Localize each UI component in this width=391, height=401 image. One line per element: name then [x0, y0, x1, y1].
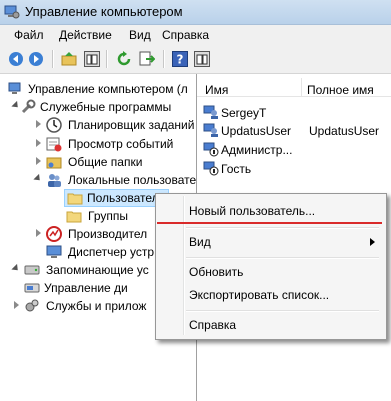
column-divider[interactable]	[301, 78, 302, 96]
tree-node-eventviewer[interactable]: Просмотр событий	[0, 135, 196, 153]
tree-label-services: Службы и прилож	[46, 299, 147, 313]
list-item[interactable]: Администр...	[197, 141, 391, 159]
tree-node-localusers[interactable]: Локальные пользовате	[0, 171, 196, 189]
event-viewer-icon	[46, 137, 62, 152]
tree-node-sharedfolders[interactable]: Общие папки	[0, 153, 196, 171]
tree-label-sharedfolders: Общие папки	[68, 155, 143, 169]
list-item-name: SergeyT	[221, 106, 267, 120]
tree-label-devicemgr: Диспетчер устр	[68, 245, 155, 259]
user-icon	[203, 123, 218, 137]
folder-icon	[67, 193, 83, 205]
collapsed-arrow-icon[interactable]	[36, 229, 41, 237]
menu-separator	[186, 257, 379, 259]
svg-text:?: ?	[177, 53, 184, 67]
column-header-name[interactable]: Имя	[205, 83, 228, 97]
tree-label-utilities: Служебные программы	[40, 100, 172, 114]
menu-separator	[186, 310, 379, 312]
menu-gutter	[183, 196, 185, 335]
help-icon[interactable]: ?	[172, 51, 188, 67]
list-item-fullname: UpdatusUser	[309, 124, 380, 138]
tree-label-localusers: Локальные пользовате	[68, 173, 197, 187]
title-bar: Управление компьютером	[0, 0, 391, 25]
expanded-arrow-icon[interactable]	[11, 263, 21, 274]
expanded-arrow-icon[interactable]	[33, 173, 43, 184]
menu-item-view[interactable]: Вид	[189, 235, 211, 249]
export-icon[interactable]	[139, 51, 155, 67]
tree-node-scheduler[interactable]: Планировщик заданий	[0, 116, 196, 134]
collapsed-arrow-icon[interactable]	[14, 301, 19, 309]
up-folder-icon[interactable]	[61, 51, 77, 67]
list-item-name: Гость	[221, 162, 252, 176]
submenu-arrow-icon	[370, 238, 375, 246]
shared-folder-icon	[46, 157, 62, 169]
collapsed-arrow-icon[interactable]	[36, 157, 41, 165]
menu-action[interactable]: Действие	[59, 28, 112, 42]
tree-label-groups: Группы	[88, 209, 128, 223]
users-group-icon	[48, 174, 61, 187]
menu-item-help[interactable]: Справка	[189, 318, 236, 332]
disk-management-icon	[24, 283, 40, 293]
list-header: Имя Полное имя	[197, 74, 391, 97]
services-icon	[25, 299, 39, 312]
toolbar-separator	[52, 50, 54, 68]
tree-label-eventviewer: Просмотр событий	[68, 137, 174, 151]
show-hide-tree-icon[interactable]	[84, 51, 100, 67]
tree-label-diskmgmt: Управление ди	[44, 281, 128, 295]
window-title: Управление компьютером	[25, 4, 183, 19]
tools-icon	[21, 99, 36, 114]
context-menu: Новый пользователь... Вид Обновить Экспо…	[155, 193, 387, 340]
menu-file[interactable]: Файл	[14, 28, 44, 42]
collapsed-arrow-icon[interactable]	[36, 120, 41, 128]
menu-item-export[interactable]: Экспортировать список...	[189, 288, 329, 302]
list-item[interactable]: SergeyT	[197, 104, 391, 122]
column-header-fullname[interactable]: Полное имя	[307, 83, 374, 97]
toolbar-separator	[163, 50, 165, 68]
storage-icon	[24, 265, 40, 275]
refresh-icon[interactable]	[116, 51, 132, 67]
tree-node-root[interactable]: Управление компьютером (л	[0, 80, 196, 98]
menu-item-new-user[interactable]: Новый пользователь...	[189, 204, 315, 218]
folder-icon	[66, 211, 82, 223]
toolbar-separator	[106, 50, 108, 68]
user-icon	[203, 105, 218, 119]
tree-label-storage: Запоминающие ус	[46, 263, 149, 277]
list-item[interactable]: UpdatusUser UpdatusUser	[197, 122, 391, 140]
menu-view[interactable]: Вид	[129, 28, 151, 42]
tree-label-root: Управление компьютером (л	[28, 82, 188, 96]
collapsed-arrow-icon[interactable]	[36, 139, 41, 147]
show-action-pane-icon[interactable]	[194, 51, 210, 67]
back-arrow-icon[interactable]	[8, 51, 24, 67]
highlight-underline	[157, 222, 382, 224]
computer-management-icon	[4, 5, 20, 19]
tree-node-users[interactable]: Пользователи	[64, 189, 169, 207]
list-item-name: Администр...	[221, 143, 293, 157]
menu-help[interactable]: Справка	[162, 28, 209, 42]
tree-label-users: Пользователи	[87, 191, 166, 205]
menu-separator	[186, 227, 379, 229]
forward-arrow-icon[interactable]	[28, 51, 44, 67]
disabled-user-icon	[203, 161, 219, 176]
list-item-name: UpdatusUser	[221, 124, 292, 138]
clock-icon	[46, 117, 62, 133]
device-manager-icon	[46, 245, 62, 258]
toolbar: ?	[0, 45, 391, 74]
menu-bar: Файл Действие Вид Справка	[0, 25, 391, 45]
disabled-user-icon	[203, 142, 219, 157]
computer-management-icon	[8, 82, 21, 94]
tree-label-performance: Производител	[68, 227, 148, 241]
tree-label-scheduler: Планировщик заданий	[68, 118, 195, 132]
list-item[interactable]: Гость	[197, 160, 391, 178]
tree-node-utilities[interactable]: Служебные программы	[0, 98, 196, 116]
performance-icon	[46, 226, 62, 242]
menu-item-refresh[interactable]: Обновить	[189, 265, 243, 279]
